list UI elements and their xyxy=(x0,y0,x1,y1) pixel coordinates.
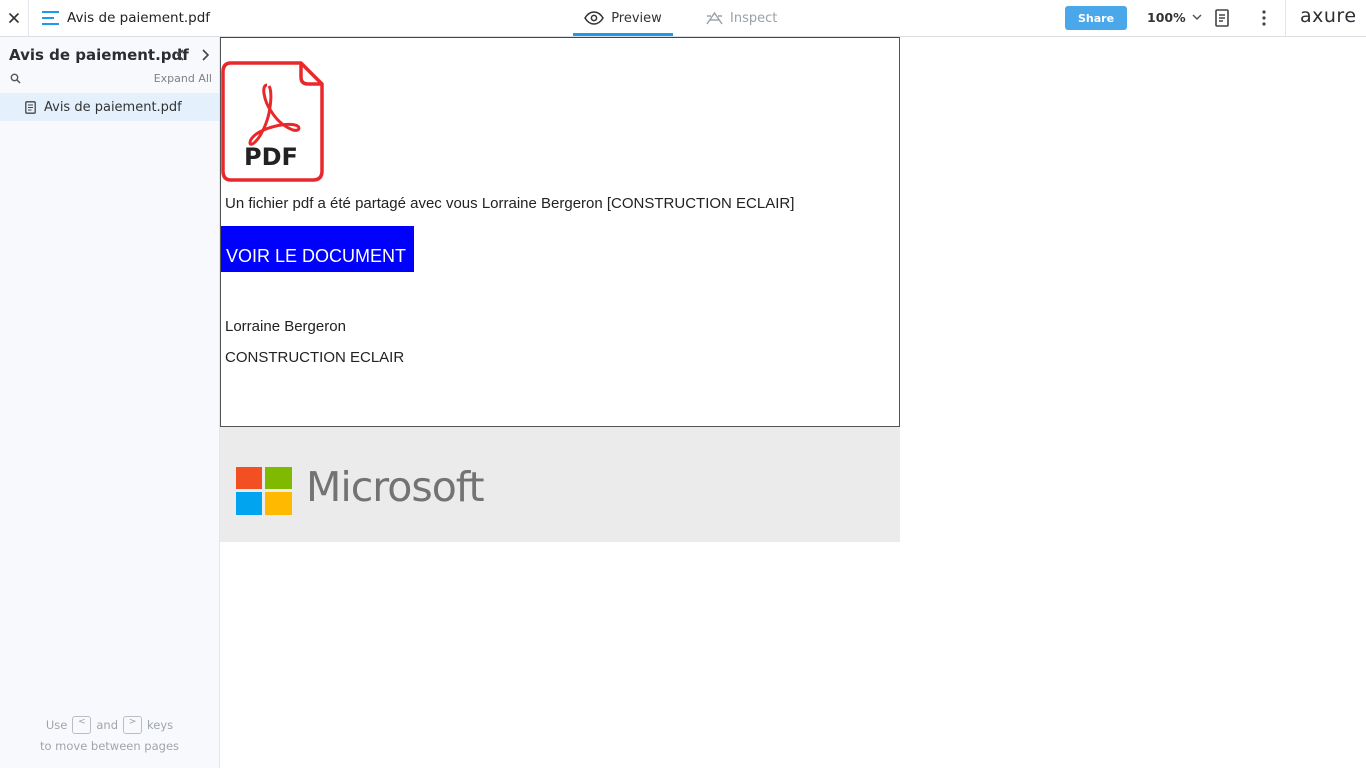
chevron-left-icon[interactable] xyxy=(173,47,189,63)
sidebar-item-avis-de-paiement[interactable]: Avis de paiement.pdf xyxy=(0,93,219,121)
microsoft-wordmark: Microsoft xyxy=(306,463,485,511)
signature-name: Lorraine Bergeron xyxy=(225,318,346,335)
tab-inspect-label: Inspect xyxy=(730,10,778,26)
eye-icon xyxy=(584,11,605,25)
keyboard-hint-line2: to move between pages xyxy=(39,739,180,753)
signature-company: CONSTRUCTION ECLAIR xyxy=(225,349,405,366)
tab-inspect[interactable]: Inspect xyxy=(706,0,778,36)
chevron-right-icon[interactable] xyxy=(197,47,213,63)
microsoft-logo-icon xyxy=(236,467,292,515)
sitemap-menu-icon[interactable] xyxy=(42,10,60,26)
share-button[interactable]: Share xyxy=(1065,6,1127,30)
page-title: Avis de paiement.pdf xyxy=(67,10,211,26)
hint-and: and xyxy=(96,718,118,732)
top-bar: Avis de paiement.pdf Preview Inspect Sha… xyxy=(0,0,1366,37)
expand-all-link[interactable]: Expand All xyxy=(154,72,212,85)
tab-preview[interactable]: Preview xyxy=(573,0,673,36)
document-notes-icon[interactable] xyxy=(1212,8,1232,28)
sitemap-sidebar: Avis de paiement.pdf Expand All Avis de … xyxy=(0,37,220,768)
pdf-file-icon: PDF xyxy=(221,61,324,182)
keyboard-hint: Use < and > keys xyxy=(0,716,219,734)
microsoft-banner: Microsoft xyxy=(220,427,900,542)
view-document-button[interactable]: VOIR LE DOCUMENT xyxy=(221,226,414,272)
search-icon[interactable] xyxy=(10,73,21,84)
pdf-icon-label: PDF xyxy=(244,143,298,171)
zoom-select[interactable]: 100% xyxy=(1147,10,1202,25)
close-icon xyxy=(9,13,19,23)
sidebar-title: Avis de paiement.pdf xyxy=(9,46,189,64)
share-message: Un fichier pdf a été partagé avec vous L… xyxy=(225,195,795,212)
more-options-icon[interactable] xyxy=(1255,8,1273,28)
logo-divider xyxy=(1285,0,1286,36)
chevron-down-icon xyxy=(1192,14,1202,21)
tab-preview-label: Preview xyxy=(611,10,662,26)
hint-keys: keys xyxy=(147,718,174,732)
close-button[interactable] xyxy=(0,0,29,36)
sidebar-item-label: Avis de paiement.pdf xyxy=(44,99,182,115)
inspect-icon xyxy=(706,11,723,25)
hint-use: Use xyxy=(45,718,68,732)
axure-logo: axure xyxy=(1300,5,1357,27)
next-key: > xyxy=(123,716,142,734)
prototype-frame: PDF Un fichier pdf a été partagé avec vo… xyxy=(220,37,900,427)
zoom-value: 100% xyxy=(1147,10,1186,25)
page-icon xyxy=(25,100,36,114)
prev-key: < xyxy=(72,716,92,734)
